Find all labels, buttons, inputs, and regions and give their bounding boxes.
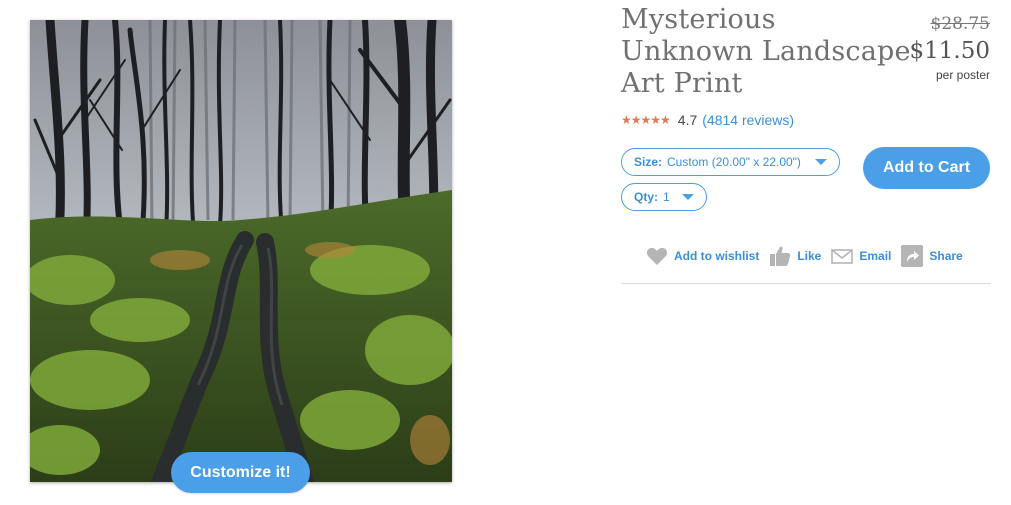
original-price: $28.75: [930, 14, 990, 34]
reviews-link[interactable]: (4814 reviews): [702, 112, 794, 128]
caret-down-icon: [682, 194, 694, 200]
add-to-wishlist-button[interactable]: Add to wishlist: [646, 246, 759, 266]
email-button[interactable]: Email: [831, 248, 891, 264]
star-rating-icon: ★★★★★: [621, 113, 671, 127]
share-label: Share: [929, 249, 963, 263]
qty-label: Qty:: [634, 190, 658, 204]
wishlist-label: Add to wishlist: [674, 249, 760, 263]
like-label: Like: [797, 249, 822, 263]
share-button[interactable]: Share: [901, 245, 963, 267]
social-actions: Add to wishlist Like Email Share: [646, 245, 973, 267]
thumbs-up-icon: [770, 246, 791, 266]
qty-value: 1: [663, 190, 670, 204]
heart-icon: [646, 247, 668, 265]
size-value: Custom (20.00" x 22.00"): [667, 155, 801, 169]
add-to-cart-button[interactable]: Add to Cart: [863, 147, 990, 189]
divider: [621, 283, 991, 284]
rating-value: 4.7: [677, 112, 698, 128]
size-label: Size:: [634, 155, 663, 169]
sale-price: $11.50: [909, 38, 990, 64]
like-button[interactable]: Like: [769, 245, 821, 267]
rating: ★★★★★ 4.7 (4814 reviews): [621, 112, 794, 128]
share-arrow-icon: [901, 245, 924, 267]
envelope-icon: [831, 249, 854, 264]
quantity-select[interactable]: Qty: 1: [621, 183, 707, 211]
customize-button[interactable]: Customize it!: [171, 452, 310, 493]
caret-down-icon: [815, 159, 827, 165]
email-label: Email: [859, 249, 892, 263]
landscape-painting: [30, 20, 452, 482]
price-unit: per poster: [935, 68, 990, 82]
product-image[interactable]: [30, 20, 452, 482]
product-title: Mysterious Unknown Landscape Art Print: [621, 4, 911, 99]
size-select[interactable]: Size: Custom (20.00" x 22.00"): [621, 148, 840, 176]
price-block: $28.75 $11.50 per poster: [910, 12, 990, 83]
